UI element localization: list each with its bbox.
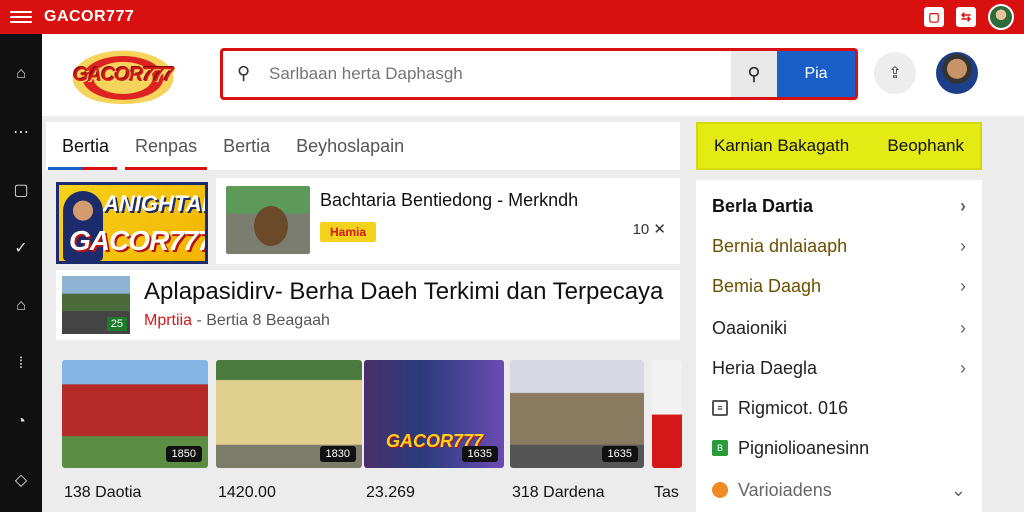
video-label: 1420.00 bbox=[218, 484, 276, 501]
square-icon[interactable]: ▢ bbox=[11, 180, 31, 200]
news-badge: Hamia bbox=[320, 222, 377, 242]
video-thumbnail[interactable]: 1850 bbox=[62, 360, 208, 468]
site-logo[interactable]: GACOR777 bbox=[64, 46, 182, 104]
tab-bertia[interactable]: Bertia bbox=[47, 122, 118, 170]
check-icon[interactable]: ✓ bbox=[11, 238, 31, 258]
main-content: Bertia Renpas Bertia Beyhoslapain ANIGHT… bbox=[44, 120, 682, 512]
search-icon: ⚲ bbox=[237, 63, 251, 83]
sidebar-panel: Berla Dartia › Bernia dnlaiaaph › Bemia Da… bbox=[696, 180, 982, 512]
tab-beyhoslapain[interactable]: Beyhoslapain bbox=[296, 122, 404, 170]
featured-card[interactable]: 25 Aplapasidirv- Berha Daeh Terkimi dan … bbox=[56, 270, 680, 340]
video-thumbnail[interactable]: GACOR777 1635 bbox=[364, 360, 504, 468]
sidebar-item[interactable]: Bernia dnlaiaaph › bbox=[712, 226, 966, 266]
bookmark-icon[interactable]: ◇ bbox=[11, 470, 31, 490]
news-thumbnail bbox=[226, 186, 310, 254]
profile-avatar[interactable] bbox=[936, 52, 978, 94]
top-bar: GACOR777 ▢ ⇆ bbox=[0, 0, 1024, 34]
header: GACOR777 ⚲ ⚲ Pia ⇪ bbox=[42, 34, 1024, 116]
chevron-right-icon: › bbox=[960, 275, 966, 296]
orange-circle-icon bbox=[712, 482, 728, 498]
news-title: Bachtaria Bentiedong - Merkndh bbox=[320, 190, 579, 210]
house-icon[interactable]: ⌂ bbox=[11, 296, 31, 316]
promo-banner[interactable]: ANIGHTAN GACOR777 bbox=[56, 182, 208, 264]
featured-title: Aplapasidirv- Berha Daeh Terkimi dan Ter… bbox=[144, 278, 664, 305]
left-sidebar: ⌂ ⋯ ▢ ✓ ⌂ ⁞ ◔ ◇ bbox=[0, 34, 42, 512]
video-thumbnail[interactable] bbox=[652, 360, 682, 468]
app-title: GACOR777 bbox=[44, 8, 135, 25]
home-icon[interactable]: ⌂ bbox=[11, 64, 31, 84]
video-grid: 1850 138 Daotia 1830 1420.00 GACOR777 163… bbox=[62, 360, 682, 512]
video-thumbnail[interactable]: 1830 bbox=[216, 360, 362, 468]
video-label: 138 Daotia bbox=[64, 484, 142, 501]
tab-bertia-2[interactable]: Bertia bbox=[223, 122, 270, 170]
sidebar-item[interactable]: ≡ Rigmicot. 016 bbox=[712, 388, 966, 428]
video-icon[interactable]: ▢ bbox=[924, 7, 944, 27]
sidebar-item[interactable]: Heria Daegla › bbox=[712, 348, 966, 388]
share-icon[interactable]: ⇆ bbox=[956, 7, 976, 27]
search-input[interactable] bbox=[269, 64, 709, 84]
green-page-icon: B bbox=[712, 440, 728, 456]
tab-renpas[interactable]: Renpas bbox=[125, 122, 208, 170]
sidebar-item[interactable]: B Pigniolioanesinn bbox=[712, 428, 966, 468]
gauge-icon[interactable]: ◔ bbox=[11, 412, 31, 432]
chevron-right-icon: › bbox=[960, 317, 966, 338]
sidebar-item[interactable]: Oaaioniki › bbox=[712, 308, 966, 348]
video-label: 318 Dardena bbox=[512, 484, 605, 501]
sidebar-item[interactable]: Berla Dartia › bbox=[712, 186, 966, 226]
news-card[interactable]: Bachtaria Bentiedong - Merkndh Hamia 10 … bbox=[216, 178, 680, 264]
ad-banner[interactable]: Karnian Bakagath Beophank bbox=[696, 122, 982, 170]
sidebar-item[interactable]: Varioiadens ⌄ bbox=[712, 470, 966, 510]
video-label: 23.269 bbox=[366, 484, 415, 501]
chevron-right-icon: › bbox=[960, 357, 966, 378]
video-thumbnail[interactable]: 1635 bbox=[510, 360, 644, 468]
search-icon-button[interactable]: ⚲ bbox=[731, 51, 777, 97]
search-bar: ⚲ ⚲ Pia bbox=[220, 48, 858, 100]
dismiss-button[interactable]: 10 ✕ bbox=[633, 220, 666, 238]
chevron-right-icon: › bbox=[960, 195, 966, 216]
tab-bar: Bertia Renpas Bertia Beyhoslapain bbox=[46, 122, 680, 170]
search-button[interactable]: Pia bbox=[777, 51, 855, 97]
featured-subtitle: Mprtiia - Bertia 8 Beagaah bbox=[144, 312, 330, 329]
menu-icon[interactable] bbox=[10, 11, 32, 23]
featured-thumbnail: 25 bbox=[62, 276, 130, 334]
chevron-right-icon: › bbox=[960, 235, 966, 256]
video-label: Tas bbox=[654, 484, 679, 501]
sidebar-item[interactable]: Bemia Daagh › bbox=[712, 266, 966, 306]
page-icon: ≡ bbox=[712, 400, 728, 416]
dots-icon[interactable]: ⁞ bbox=[11, 354, 31, 374]
user-avatar[interactable] bbox=[988, 4, 1014, 30]
upload-icon[interactable]: ⇪ bbox=[874, 52, 916, 94]
chevron-down-icon: ⌄ bbox=[950, 479, 966, 500]
apps-icon[interactable]: ⋯ bbox=[11, 122, 31, 142]
